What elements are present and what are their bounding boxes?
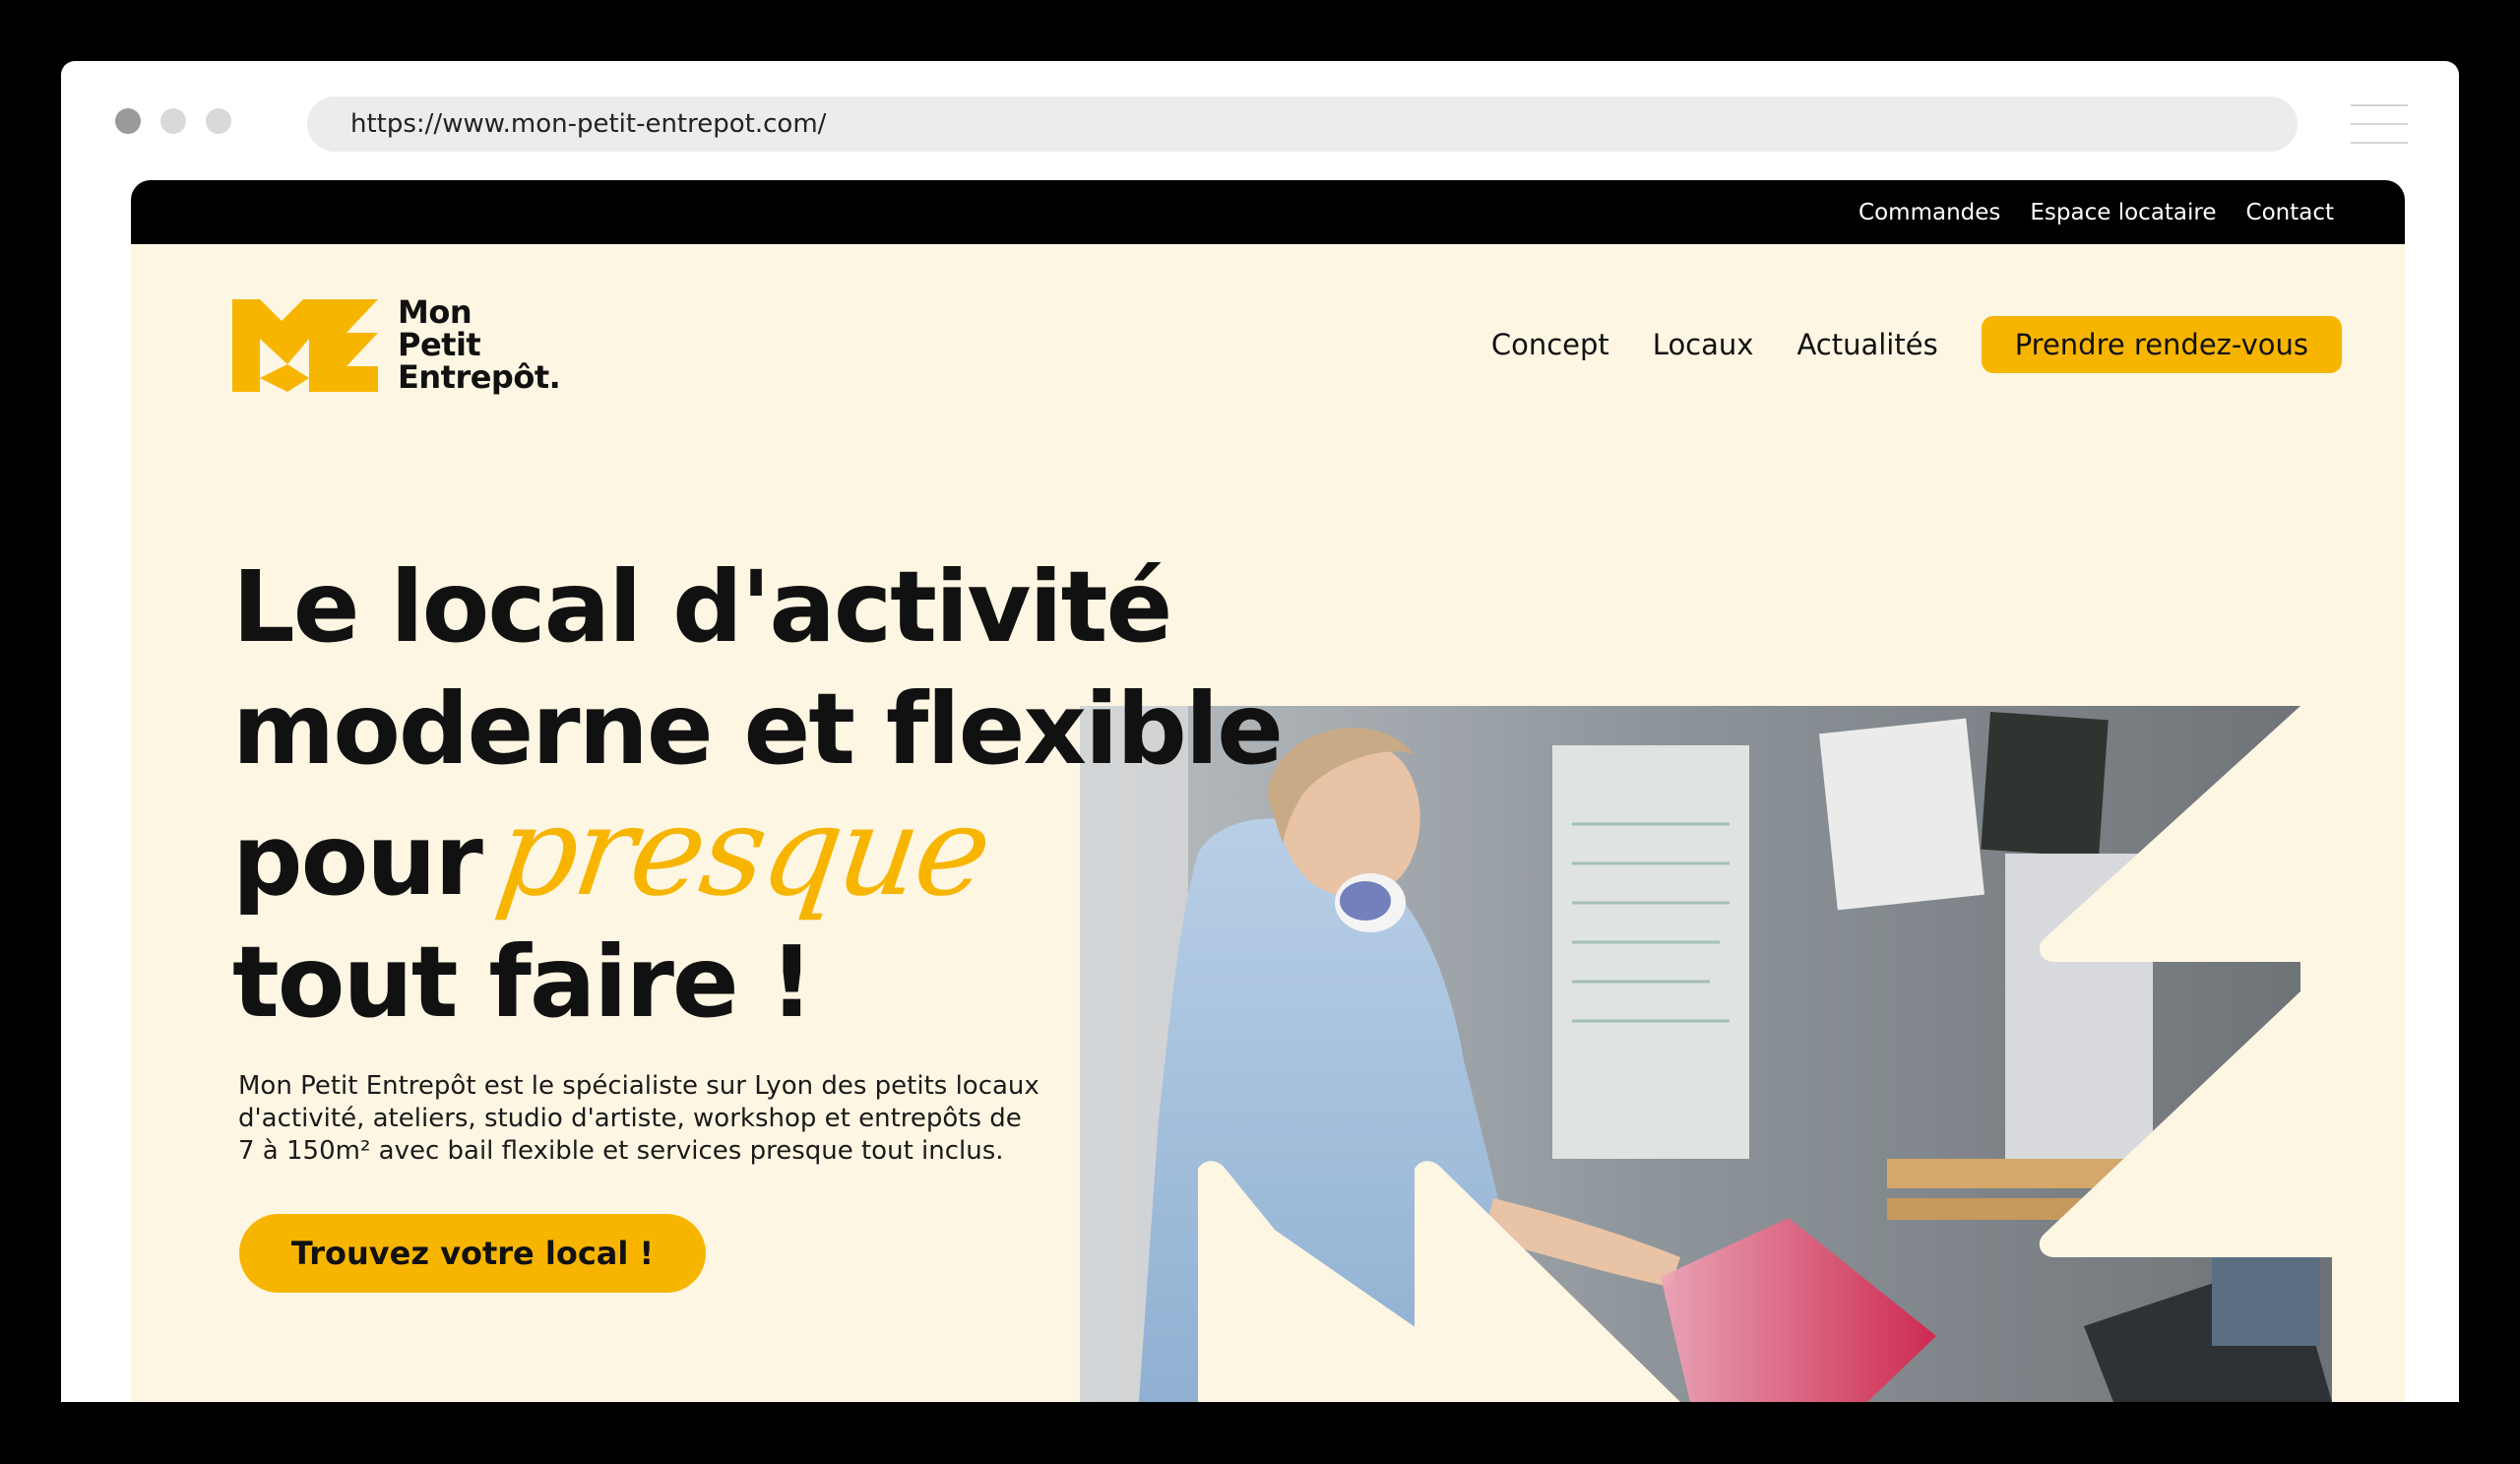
hero-title-line-2: moderne et flexible [232,671,1284,787]
hero-title-line-1: Le local d'activité [232,549,1172,665]
topbar-link-espace-locataire[interactable]: Espace locataire [2030,200,2216,225]
address-bar[interactable]: https://www.mon-petit-entrepot.com/ [307,96,2298,152]
logo-mark-icon [232,298,378,392]
browser-window: https://www.mon-petit-entrepot.com/ Comm… [61,61,2459,1402]
appointment-button[interactable]: Prendre rendez-vous [1981,316,2342,373]
maximize-dot[interactable] [206,108,231,134]
nav-link-actualites[interactable]: Actualités [1796,328,1937,361]
topbar-link-contact[interactable]: Contact [2246,200,2334,225]
hero-title-script-word: presque [488,779,997,923]
topbar-link-commandes[interactable]: Commandes [1858,200,2000,225]
logo-line-2: Petit [398,326,481,363]
nav-link-locaux[interactable]: Locaux [1653,328,1754,361]
window-controls [115,108,231,134]
url-text: https://www.mon-petit-entrepot.com/ [350,109,827,139]
website: Commandes Espace locataire Contact Mon P… [131,180,2405,1402]
menu-icon[interactable] [2351,104,2408,144]
logo-line-1: Mon [398,293,472,331]
logo[interactable]: Mon Petit Entrepôt. [232,293,561,396]
find-local-button[interactable]: Trouvez votre local ! [239,1214,706,1293]
hero-title-line-3: pourpresque [232,779,1335,923]
nav-link-concept[interactable]: Concept [1491,328,1609,361]
hero-description: Mon Petit Entrepôt est le spécialiste su… [238,1071,1040,1166]
minimize-dot[interactable] [160,108,186,134]
hero-title: Le local d'activité moderne et flexible … [232,546,1335,1044]
close-dot[interactable] [115,108,141,134]
top-bar: Commandes Espace locataire Contact [131,180,2405,244]
logo-line-3: Entrepôt. [398,358,561,396]
main-nav: Concept Locaux Actualités Prendre rendez… [1491,316,2342,373]
hero-title-pour: pour [232,802,483,918]
hero-title-line-4: tout faire ! [232,924,814,1040]
logo-text: Mon Petit Entrepôt. [398,293,561,396]
top-links: Commandes Espace locataire Contact [1858,180,2334,244]
